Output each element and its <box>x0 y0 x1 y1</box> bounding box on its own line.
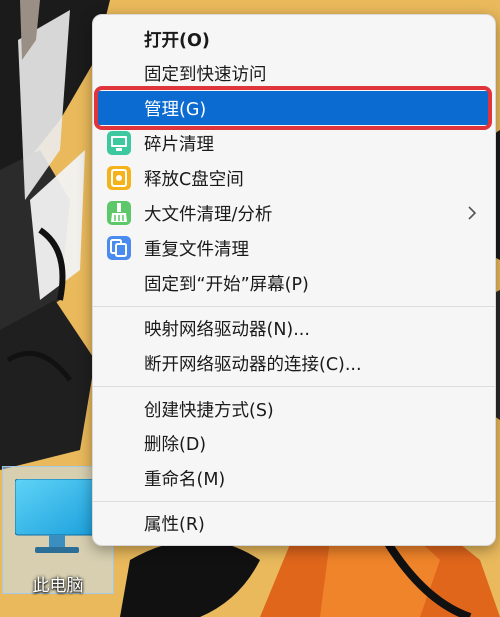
menu-item-create-shortcut[interactable]: 创建快捷方式(S) <box>93 392 495 426</box>
menu-item-label: 断开网络驱动器的连接(C)... <box>144 354 362 375</box>
broom-icon <box>107 201 131 225</box>
menu-item-pin-to-start[interactable]: 固定到“开始”屏幕(P) <box>93 266 495 300</box>
this-pc-label: 此电脑 <box>32 576 84 596</box>
menu-item-label: 大文件清理/分析 <box>144 204 273 225</box>
menu-item-duplicate-files[interactable]: 重复文件清理 <box>93 231 495 265</box>
this-pc-icon <box>15 479 99 553</box>
menu-separator <box>93 306 495 307</box>
menu-item-label: 固定到“开始”屏幕(P) <box>144 274 309 295</box>
menu-item-open[interactable]: 打开(O) <box>93 22 495 56</box>
menu-item-label: 属性(R) <box>144 514 205 535</box>
menu-separator <box>93 386 495 387</box>
menu-item-big-file-cleanup[interactable]: 大文件清理/分析 <box>93 196 495 230</box>
menu-item-label: 碎片清理 <box>144 134 214 155</box>
menu-item-label: 打开(O) <box>144 30 210 51</box>
menu-item-label: 删除(D) <box>144 434 207 455</box>
menu-item-label: 映射网络驱动器(N)... <box>144 319 310 340</box>
menu-item-pin-quick-access[interactable]: 固定到快速访问 <box>93 56 495 90</box>
menu-item-defrag[interactable]: 碎片清理 <box>93 126 495 160</box>
menu-item-map-network-drive[interactable]: 映射网络驱动器(N)... <box>93 311 495 345</box>
free-space-icon <box>107 166 131 190</box>
defrag-icon <box>107 131 131 155</box>
menu-item-label: 管理(G) <box>144 99 207 120</box>
menu-item-label: 固定到快速访问 <box>144 64 267 85</box>
duplicate-files-icon <box>107 236 131 260</box>
menu-separator <box>93 501 495 502</box>
menu-item-label: 释放C盘空间 <box>144 169 244 190</box>
menu-item-rename[interactable]: 重命名(M) <box>93 461 495 495</box>
menu-item-delete[interactable]: 删除(D) <box>93 426 495 460</box>
menu-item-disconnect-network-drive[interactable]: 断开网络驱动器的连接(C)... <box>93 346 495 380</box>
context-menu: 打开(O) 固定到快速访问 管理(G) 碎片清理 释放C盘空间 大文件清理/分析… <box>92 14 496 546</box>
menu-item-label: 重命名(M) <box>144 469 226 490</box>
menu-item-free-space[interactable]: 释放C盘空间 <box>93 161 495 195</box>
menu-item-properties[interactable]: 属性(R) <box>93 506 495 540</box>
menu-item-manage[interactable]: 管理(G) <box>94 86 492 130</box>
menu-item-label: 重复文件清理 <box>144 239 249 260</box>
chevron-right-icon <box>468 206 477 220</box>
menu-item-label: 创建快捷方式(S) <box>144 400 274 421</box>
